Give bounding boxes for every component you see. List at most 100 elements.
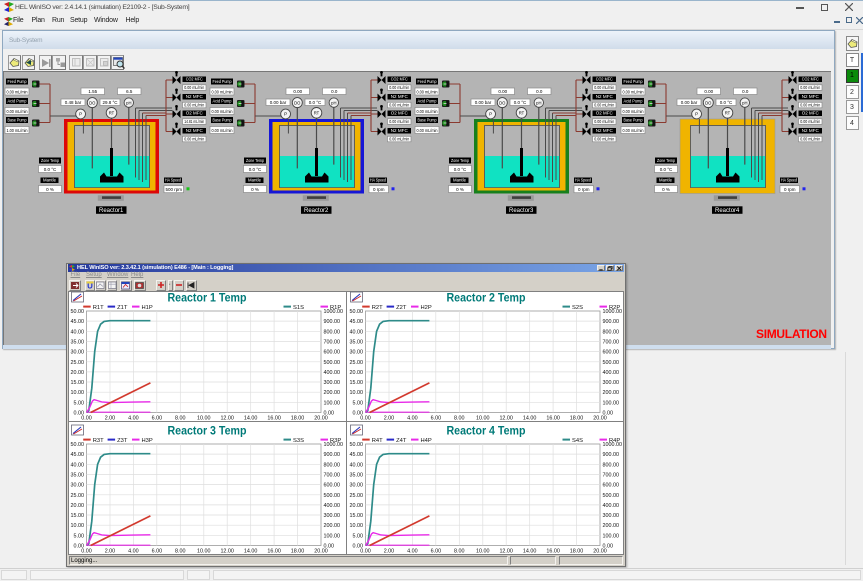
svg-text:N2 MFC: N2 MFC bbox=[596, 128, 613, 133]
svg-text:10.00: 10.00 bbox=[70, 523, 84, 529]
svg-text:0 %: 0 % bbox=[457, 187, 465, 192]
svg-text:200.00: 200.00 bbox=[323, 523, 340, 529]
svg-text:0.00 mL/min: 0.00 mL/min bbox=[800, 119, 821, 124]
svg-text:CO2 MFC: CO2 MFC bbox=[596, 77, 613, 82]
svg-text:0.00 mL/min: 0.00 mL/min bbox=[417, 109, 438, 114]
svg-text:0.00 mL/min: 0.00 mL/min bbox=[417, 90, 438, 95]
svg-text:800.00: 800.00 bbox=[602, 329, 619, 335]
svg-text:0.0: 0.0 bbox=[331, 89, 338, 94]
svg-text:Mantle: Mantle bbox=[659, 178, 673, 183]
svg-text:2.00: 2.00 bbox=[104, 548, 115, 554]
svg-text:12.00: 12.00 bbox=[499, 416, 513, 422]
svg-text:500.00: 500.00 bbox=[602, 360, 619, 366]
svg-text:DO: DO bbox=[705, 100, 712, 105]
svg-text:20.00: 20.00 bbox=[349, 370, 363, 376]
svg-text:O2 MFC: O2 MFC bbox=[596, 111, 613, 116]
svg-text:18.00: 18.00 bbox=[570, 548, 584, 554]
svg-text:0.00 mL/min: 0.00 mL/min bbox=[595, 85, 616, 90]
svg-text:0.00 mL/min: 0.00 mL/min bbox=[7, 90, 28, 95]
svg-text:600.00: 600.00 bbox=[602, 350, 619, 356]
svg-text:500.00: 500.00 bbox=[323, 492, 340, 498]
svg-text:0 rpm: 0 rpm bbox=[784, 187, 796, 192]
svg-text:900.00: 900.00 bbox=[602, 319, 619, 325]
svg-text:10.00: 10.00 bbox=[197, 548, 211, 554]
svg-text:50.00: 50.00 bbox=[349, 309, 363, 315]
svg-text:0.00 mL/min: 0.00 mL/min bbox=[389, 119, 410, 124]
svg-text:0 %: 0 % bbox=[662, 187, 670, 192]
svg-text:14.00: 14.00 bbox=[523, 548, 537, 554]
svg-text:0.0 °C: 0.0 °C bbox=[44, 167, 57, 172]
svg-text:N2 MFC: N2 MFC bbox=[391, 94, 408, 99]
svg-text:O2 MFC: O2 MFC bbox=[391, 111, 408, 116]
svg-text:500.00: 500.00 bbox=[323, 360, 340, 366]
svg-text:pH: pH bbox=[126, 100, 131, 105]
svg-text:Reactor 4 Temp: Reactor 4 Temp bbox=[446, 425, 525, 437]
svg-text:R4T: R4T bbox=[371, 438, 382, 444]
svg-text:CO2 MFC: CO2 MFC bbox=[186, 77, 203, 82]
svg-text:40.00: 40.00 bbox=[349, 329, 363, 335]
svg-text:0.0 °C: 0.0 °C bbox=[719, 100, 732, 105]
svg-text:18.00: 18.00 bbox=[570, 416, 584, 422]
svg-text:5.00: 5.00 bbox=[73, 533, 84, 539]
svg-text:1.55: 1.55 bbox=[88, 89, 97, 94]
svg-text:700.00: 700.00 bbox=[323, 339, 340, 345]
svg-text:800.00: 800.00 bbox=[602, 462, 619, 468]
svg-text:Mantle: Mantle bbox=[453, 178, 467, 183]
svg-text:Z4T: Z4T bbox=[396, 438, 407, 444]
svg-text:100.00: 100.00 bbox=[323, 400, 340, 406]
svg-text:29.8 °C: 29.8 °C bbox=[102, 100, 118, 105]
svg-text:R1T: R1T bbox=[92, 305, 103, 311]
svg-text:0.00 mL/min: 0.00 mL/min bbox=[212, 128, 233, 133]
svg-text:0.00 mL/min: 0.00 mL/min bbox=[184, 136, 205, 141]
svg-text:0.00 bar: 0.00 bar bbox=[475, 100, 492, 105]
svg-text:P: P bbox=[695, 112, 698, 117]
svg-text:800.00: 800.00 bbox=[323, 462, 340, 468]
svg-text:10.00: 10.00 bbox=[349, 523, 363, 529]
svg-text:25.00: 25.00 bbox=[349, 492, 363, 498]
svg-text:100.00: 100.00 bbox=[323, 533, 340, 539]
svg-text:0.0 °C: 0.0 °C bbox=[659, 167, 672, 172]
svg-text:0.00 mL/min: 0.00 mL/min bbox=[212, 90, 233, 95]
svg-text:pH: pH bbox=[331, 100, 336, 105]
svg-text:Acid Pump: Acid Pump bbox=[623, 99, 642, 104]
svg-text:0.00 bar: 0.00 bar bbox=[270, 100, 287, 105]
svg-text:14.81 mL/min: 14.81 mL/min bbox=[184, 119, 204, 124]
svg-text:Reactor1: Reactor1 bbox=[99, 208, 124, 214]
svg-text:15.00: 15.00 bbox=[349, 513, 363, 519]
svg-text:Feed Pump: Feed Pump bbox=[418, 79, 437, 84]
svg-text:30.00: 30.00 bbox=[349, 482, 363, 488]
svg-text:35.00: 35.00 bbox=[70, 472, 84, 478]
svg-text:Acid Pump: Acid Pump bbox=[418, 99, 437, 104]
svg-text:20.00: 20.00 bbox=[314, 548, 328, 554]
svg-text:16.00: 16.00 bbox=[546, 548, 560, 554]
svg-text:RT: RT bbox=[109, 111, 115, 116]
svg-text:100.00: 100.00 bbox=[602, 400, 619, 406]
svg-text:12.00: 12.00 bbox=[220, 416, 234, 422]
svg-text:50.00: 50.00 bbox=[70, 309, 84, 315]
svg-text:0.00 mL/min: 0.00 mL/min bbox=[212, 109, 233, 114]
svg-text:0.00 mL/min: 0.00 mL/min bbox=[622, 109, 643, 114]
svg-text:900.00: 900.00 bbox=[602, 452, 619, 458]
svg-text:DO: DO bbox=[294, 100, 301, 105]
svg-text:6.00: 6.00 bbox=[151, 416, 162, 422]
svg-text:4.00: 4.00 bbox=[407, 548, 418, 554]
svg-text:35.00: 35.00 bbox=[349, 472, 363, 478]
svg-text:0.00 mL/min: 0.00 mL/min bbox=[389, 136, 410, 141]
svg-text:S3S: S3S bbox=[293, 438, 304, 444]
svg-text:300.00: 300.00 bbox=[602, 513, 619, 519]
svg-text:30.00: 30.00 bbox=[349, 350, 363, 356]
svg-text:200.00: 200.00 bbox=[602, 523, 619, 529]
svg-text:5.00: 5.00 bbox=[73, 400, 84, 406]
svg-text:1000.00: 1000.00 bbox=[602, 442, 622, 448]
svg-text:0.00 mL/min: 0.00 mL/min bbox=[800, 85, 821, 90]
svg-text:Zone Temp: Zone Temp bbox=[657, 158, 675, 163]
svg-text:45.00: 45.00 bbox=[349, 319, 363, 325]
svg-text:R2T: R2T bbox=[371, 305, 382, 311]
svg-text:500.00: 500.00 bbox=[602, 492, 619, 498]
svg-text:14.00: 14.00 bbox=[523, 416, 537, 422]
svg-text:H3P: H3P bbox=[141, 438, 152, 444]
svg-text:400.00: 400.00 bbox=[323, 370, 340, 376]
svg-text:25.00: 25.00 bbox=[70, 492, 84, 498]
svg-text:S4S: S4S bbox=[572, 438, 583, 444]
svg-text:Mantle: Mantle bbox=[43, 178, 57, 183]
